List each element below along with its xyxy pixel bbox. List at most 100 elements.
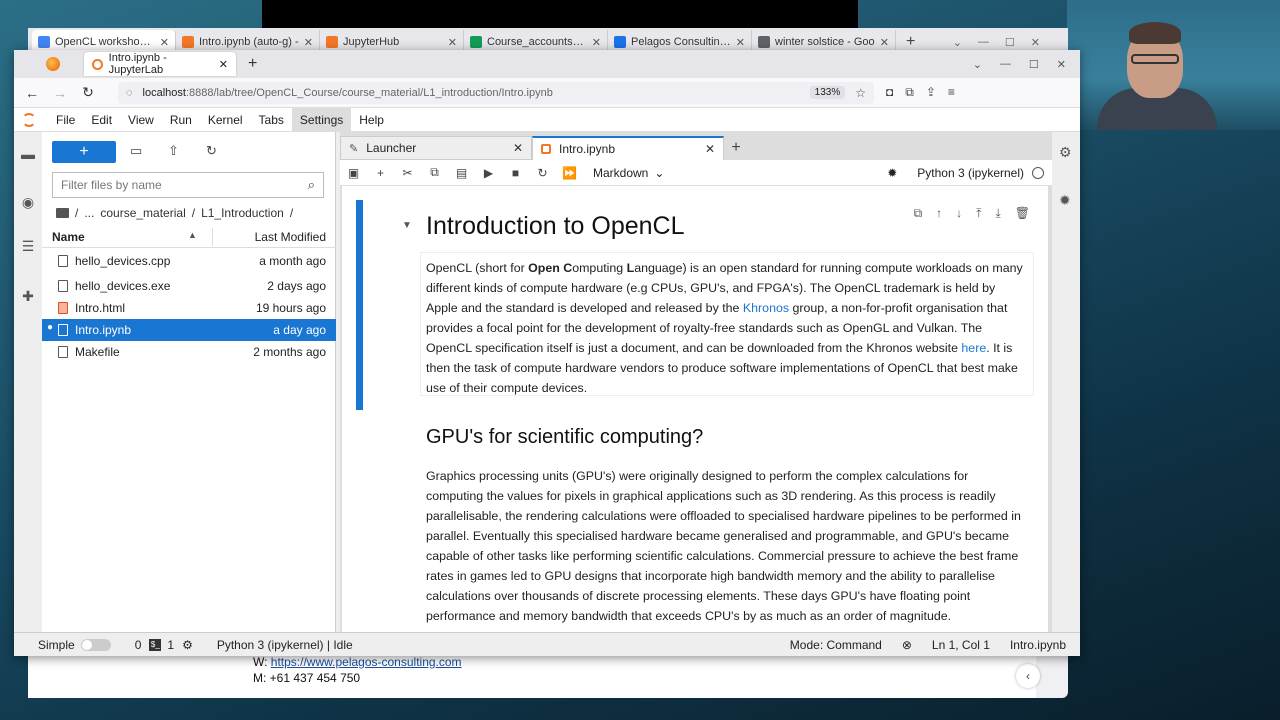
- minimize-icon[interactable]: —: [978, 36, 989, 49]
- share-icon[interactable]: ⇪: [926, 85, 936, 100]
- reload-icon[interactable]: ↻: [78, 84, 98, 101]
- save-icon[interactable]: ▣: [340, 166, 367, 180]
- tab-favicon-icon: [758, 36, 770, 48]
- cut-icon[interactable]: ✂: [394, 166, 421, 180]
- tab-intro-notebook[interactable]: Intro.ipynb ✕: [532, 136, 724, 160]
- chevron-down-icon[interactable]: ⌄: [953, 36, 962, 49]
- copy-icon[interactable]: ⧉: [421, 165, 448, 180]
- new-tab-button[interactable]: +: [724, 136, 748, 160]
- column-last-modified[interactable]: Last Modified: [255, 230, 326, 244]
- folder-icon[interactable]: ▬: [20, 146, 36, 162]
- menu-icon[interactable]: ≡: [948, 85, 955, 100]
- debugger-bug-icon[interactable]: ✹: [1059, 192, 1071, 209]
- terminal-icon: $_: [149, 638, 162, 651]
- section-heading: GPU's for scientific computing?: [426, 426, 704, 448]
- cell-type-select[interactable]: Markdown ⌄: [593, 166, 664, 180]
- file-row[interactable]: hello_devices.exe 2 days ago: [42, 275, 336, 297]
- new-folder-icon[interactable]: ▭: [130, 143, 142, 159]
- close-icon[interactable]: ✕: [513, 141, 523, 155]
- stop-icon[interactable]: ■: [502, 166, 529, 180]
- upload-icon[interactable]: ⇧: [168, 143, 179, 159]
- bookmark-star-icon[interactable]: ☆: [855, 86, 866, 100]
- here-link[interactable]: here: [961, 341, 986, 355]
- close-icon[interactable]: ✕: [160, 36, 169, 49]
- url-bar[interactable]: ◌ localhost:8888/lab/tree/OpenCL_Course/…: [118, 81, 874, 104]
- run-icon[interactable]: ▶: [475, 166, 502, 180]
- terminal-count[interactable]: 0: [135, 638, 142, 652]
- kernel-name[interactable]: Python 3 (ipykernel): [917, 166, 1024, 180]
- menu-help[interactable]: Help: [351, 108, 392, 132]
- refresh-icon[interactable]: ↻: [206, 143, 217, 159]
- minimize-icon[interactable]: —: [1000, 58, 1011, 71]
- menu-file[interactable]: File: [48, 108, 83, 132]
- chevron-left-icon[interactable]: ‹: [1016, 664, 1040, 688]
- close-icon[interactable]: ✕: [880, 36, 889, 49]
- menu-view[interactable]: View: [120, 108, 162, 132]
- fast-forward-icon[interactable]: ⏩: [556, 166, 583, 180]
- trusted-shield-icon[interactable]: ⊗: [902, 638, 912, 652]
- file-row[interactable]: hello_devices.cpp a month ago: [42, 250, 336, 272]
- khronos-link[interactable]: Khronos: [743, 301, 789, 315]
- zoom-level[interactable]: 133%: [809, 86, 846, 99]
- extension-puzzle-icon[interactable]: ✚: [20, 288, 36, 304]
- website-link[interactable]: https://www.pelagos-consulting.com: [271, 655, 462, 669]
- property-inspector-gears-icon[interactable]: ⚙: [1059, 144, 1072, 161]
- filter-input[interactable]: Filter files by name ⌕: [52, 172, 324, 198]
- tab-launcher[interactable]: ✎ Launcher ✕: [340, 136, 532, 160]
- forward-arrow-icon[interactable]: →: [50, 85, 70, 101]
- file-row[interactable]: Makefile 2 months ago: [42, 341, 336, 363]
- debugger-bug-icon[interactable]: ✹: [887, 166, 897, 180]
- delete-icon[interactable]: 🗑: [1015, 206, 1030, 221]
- new-tab-button[interactable]: +: [248, 55, 257, 73]
- running-icon[interactable]: ◉: [20, 194, 36, 210]
- folder-icon[interactable]: [56, 208, 69, 218]
- extensions-icon[interactable]: ⧉: [905, 85, 914, 100]
- new-tab-button[interactable]: +: [906, 33, 915, 51]
- kernel-status[interactable]: Python 3 (ipykernel) | Idle: [217, 638, 353, 652]
- move-down-icon[interactable]: ↓: [956, 206, 962, 221]
- close-icon[interactable]: ✕: [705, 142, 715, 156]
- file-icon: [58, 280, 68, 292]
- column-name[interactable]: Name: [52, 230, 85, 244]
- simple-mode-toggle[interactable]: [80, 638, 111, 651]
- front-tab[interactable]: Intro.ipynb - JupyterLab ✕: [84, 52, 236, 76]
- cursor-position[interactable]: Ln 1, Col 1: [932, 638, 990, 652]
- add-cell-icon[interactable]: +: [367, 166, 394, 180]
- toc-icon[interactable]: ☰: [20, 238, 36, 254]
- tab-favicon-icon: [182, 36, 194, 48]
- duplicate-icon[interactable]: ⧉: [914, 206, 923, 221]
- close-icon[interactable]: ✕: [1031, 36, 1040, 49]
- chevron-down-icon[interactable]: ⌄: [973, 58, 982, 71]
- menu-edit[interactable]: Edit: [83, 108, 120, 132]
- signature-mobile: M: +61 437 454 750: [253, 671, 361, 685]
- new-launcher-button[interactable]: +: [52, 141, 116, 163]
- close-icon[interactable]: ✕: [304, 36, 313, 49]
- menu-kernel[interactable]: Kernel: [200, 108, 251, 132]
- gpu-paragraph: Graphics processing units (GPU's) were o…: [426, 469, 1021, 623]
- close-icon[interactable]: ✕: [219, 58, 228, 71]
- maximize-icon[interactable]: ☐: [1005, 36, 1015, 49]
- restart-icon[interactable]: ↻: [529, 166, 556, 180]
- menu-run[interactable]: Run: [162, 108, 200, 132]
- menu-settings[interactable]: Settings: [291, 107, 352, 132]
- kernel-count[interactable]: 1: [167, 638, 174, 652]
- firefox-icon[interactable]: [46, 57, 60, 71]
- close-icon[interactable]: ✕: [736, 36, 745, 49]
- pocket-icon[interactable]: ◘: [886, 85, 893, 100]
- insert-below-icon[interactable]: ⤓: [995, 206, 1000, 221]
- collapse-triangle-icon[interactable]: ▼: [402, 220, 412, 231]
- back-arrow-icon[interactable]: ←: [22, 85, 42, 101]
- move-up-icon[interactable]: ↑: [936, 206, 942, 221]
- email-signature: W: https://www.pelagos-consulting.com M:…: [28, 652, 1036, 698]
- close-icon[interactable]: ✕: [448, 36, 457, 49]
- insert-above-icon[interactable]: ⤒: [976, 206, 981, 221]
- active-cell-bar: [356, 200, 363, 410]
- paste-icon[interactable]: ▤: [448, 166, 475, 180]
- file-list-header: Name ▲ Last Modified: [42, 226, 336, 248]
- file-row-selected[interactable]: ● Intro.ipynb a day ago: [42, 319, 336, 341]
- close-icon[interactable]: ✕: [1057, 58, 1066, 71]
- menu-tabs[interactable]: Tabs: [251, 108, 292, 132]
- close-icon[interactable]: ✕: [592, 36, 601, 49]
- file-row[interactable]: Intro.html 19 hours ago: [42, 297, 336, 319]
- maximize-icon[interactable]: ☐: [1029, 58, 1039, 71]
